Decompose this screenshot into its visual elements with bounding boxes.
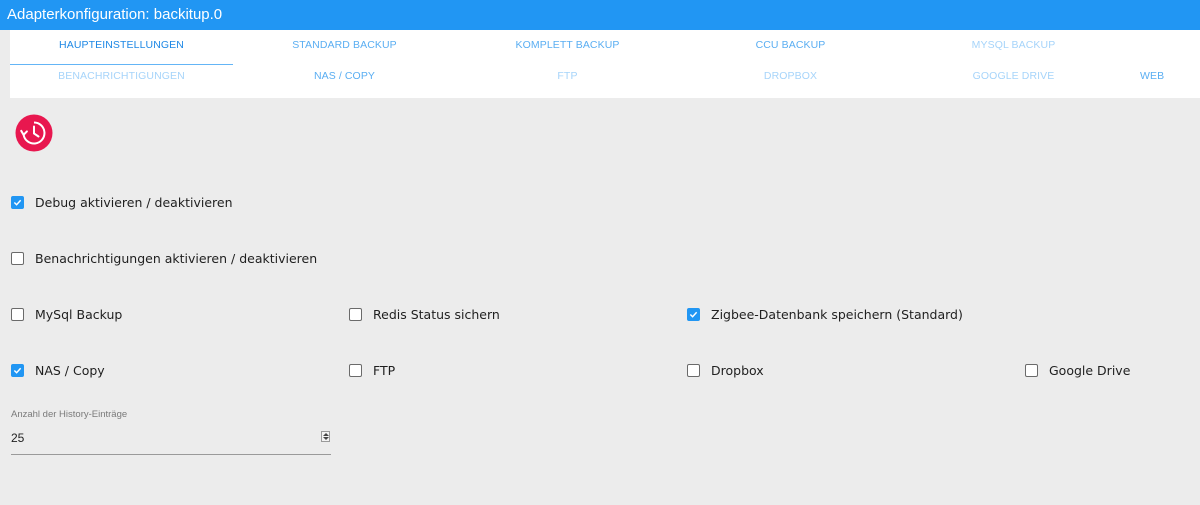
check-icon: [13, 367, 22, 374]
checkbox-box[interactable]: [349, 364, 362, 377]
redis-checkbox[interactable]: Redis Status sichern: [349, 307, 500, 322]
check-icon: [13, 199, 22, 206]
redis-label: Redis Status sichern: [373, 307, 500, 322]
spinner-up-icon[interactable]: [323, 433, 329, 436]
checkbox-box[interactable]: [687, 308, 700, 321]
checkbox-box[interactable]: [1025, 364, 1038, 377]
ftp-label: FTP: [373, 363, 396, 378]
checkbox-box[interactable]: [687, 364, 700, 377]
mysql-backup-label: MySql Backup: [35, 307, 123, 322]
tab-ccu-backup[interactable]: CCU BACKUP: [679, 30, 902, 64]
checkbox-box[interactable]: [349, 308, 362, 321]
tab-haupteinstellungen[interactable]: HAUPTEINSTELLUNGEN: [10, 30, 233, 65]
tab-komplett-backup[interactable]: KOMPLETT BACKUP: [456, 30, 679, 64]
checkbox-box[interactable]: [11, 252, 24, 265]
dropbox-checkbox[interactable]: Dropbox: [687, 363, 764, 378]
tab-mysql-backup[interactable]: MYSQL BACKUP: [902, 30, 1125, 64]
notifications-label: Benachrichtigungen aktivieren / deaktivi…: [35, 251, 318, 266]
debug-checkbox[interactable]: Debug aktivieren / deaktivieren: [11, 195, 233, 210]
google-drive-label: Google Drive: [1049, 363, 1131, 378]
history-count-input[interactable]: [11, 429, 311, 447]
tab-ftp[interactable]: FTP: [456, 64, 679, 98]
history-count-field: [11, 427, 331, 455]
nas-copy-checkbox[interactable]: NAS / Copy: [11, 363, 105, 378]
nas-copy-label: NAS / Copy: [35, 363, 105, 378]
spinner-down-icon[interactable]: [323, 437, 329, 440]
backup-history-icon: [15, 114, 53, 152]
ftp-checkbox[interactable]: FTP: [349, 363, 395, 378]
tab-dropbox[interactable]: DROPBOX: [679, 64, 902, 98]
checkbox-box[interactable]: [11, 308, 24, 321]
google-drive-checkbox[interactable]: Google Drive: [1025, 363, 1130, 378]
zigbee-checkbox[interactable]: Zigbee-Datenbank speichern (Standard): [687, 307, 963, 322]
tab-google-drive[interactable]: GOOGLE DRIVE: [902, 64, 1125, 98]
tab-bar: HAUPTEINSTELLUNGEN STANDARD BACKUP KOMPL…: [10, 30, 1200, 98]
checkbox-box[interactable]: [11, 196, 24, 209]
dropbox-label: Dropbox: [711, 363, 764, 378]
notifications-checkbox[interactable]: Benachrichtigungen aktivieren / deaktivi…: [11, 251, 317, 266]
debug-label: Debug aktivieren / deaktivieren: [35, 195, 233, 210]
number-spinner[interactable]: [321, 431, 330, 442]
tab-webdav[interactable]: WEB: [1140, 64, 1164, 98]
zigbee-label: Zigbee-Datenbank speichern (Standard): [711, 307, 963, 322]
mysql-backup-checkbox[interactable]: MySql Backup: [11, 307, 122, 322]
tab-benachrichtigungen[interactable]: BENACHRICHTIGUNGEN: [10, 64, 233, 98]
check-icon: [689, 311, 698, 318]
window-title: Adapterkonfiguration: backitup.0: [7, 6, 223, 23]
title-bar: Adapterkonfiguration: backitup.0: [0, 0, 1200, 30]
history-count-label: Anzahl der History-Einträge: [11, 409, 128, 420]
tab-nas-copy[interactable]: NAS / COPY: [233, 64, 456, 98]
tab-standard-backup[interactable]: STANDARD BACKUP: [233, 30, 456, 64]
checkbox-box[interactable]: [11, 364, 24, 377]
